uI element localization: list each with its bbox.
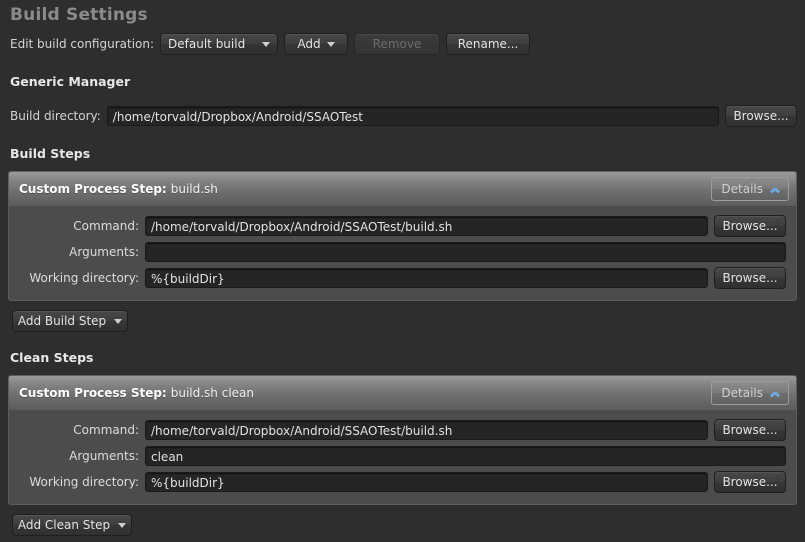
build-step-header: Custom Process Step: build.sh Details bbox=[9, 172, 796, 206]
build-settings-page: Build Settings Edit build configuration:… bbox=[0, 0, 805, 542]
clean-step-working-directory-browse-button[interactable]: Browse... bbox=[714, 471, 786, 493]
build-directory-browse-button[interactable]: Browse... bbox=[725, 105, 797, 127]
build-step-details-label: Details bbox=[721, 182, 763, 196]
build-step-arguments-row: Arguments: bbox=[19, 240, 786, 264]
build-step-working-directory-browse-button[interactable]: Browse... bbox=[714, 267, 786, 289]
clean-step-command-input[interactable]: /home/torvald/Dropbox/Android/SSAOTest/b… bbox=[145, 420, 708, 440]
clean-step-arguments-input[interactable]: clean bbox=[145, 446, 786, 466]
build-steps-heading: Build Steps bbox=[10, 146, 91, 161]
clean-step-header: Custom Process Step: build.sh clean Deta… bbox=[9, 376, 796, 410]
browse-label: Browse... bbox=[722, 475, 778, 489]
build-step-command-browse-button[interactable]: Browse... bbox=[714, 215, 786, 237]
build-configuration-selected-value: Default build bbox=[168, 37, 246, 51]
clean-step-working-directory-input[interactable]: %{buildDir} bbox=[145, 472, 708, 492]
build-step-type-label: Custom Process Step: bbox=[19, 182, 167, 196]
clean-steps-heading: Clean Steps bbox=[10, 350, 94, 365]
build-step-working-directory-row: Working directory: %{buildDir} Browse... bbox=[19, 266, 786, 290]
add-build-step-label: Add Build Step bbox=[17, 314, 107, 328]
build-step-arguments-input[interactable] bbox=[145, 242, 786, 262]
build-step-working-directory-input[interactable]: %{buildDir} bbox=[145, 268, 708, 288]
remove-configuration-button[interactable]: Remove bbox=[354, 33, 441, 55]
clean-step-command-label: Command: bbox=[73, 423, 139, 437]
clean-step-details-label: Details bbox=[721, 386, 763, 400]
add-clean-step-label: Add Clean Step bbox=[17, 518, 111, 532]
clean-step-type-label: Custom Process Step: bbox=[19, 386, 167, 400]
chevron-down-icon bbox=[262, 41, 271, 47]
page-title: Build Settings bbox=[10, 5, 148, 25]
add-configuration-label: Add bbox=[297, 37, 321, 51]
add-configuration-button[interactable]: Add bbox=[284, 33, 349, 55]
edit-build-configuration-label: Edit build configuration: bbox=[10, 37, 155, 51]
chevron-up-icon bbox=[770, 185, 779, 194]
build-directory-input[interactable]: /home/torvald/Dropbox/Android/SSAOTest bbox=[106, 106, 719, 126]
chevron-down-icon bbox=[326, 41, 335, 47]
clean-step-subject: build.sh clean bbox=[170, 386, 255, 400]
rename-configuration-label: Rename... bbox=[457, 37, 519, 51]
clean-step-command-browse-button[interactable]: Browse... bbox=[714, 419, 786, 441]
browse-label: Browse... bbox=[722, 271, 778, 285]
build-step-details-button[interactable]: Details bbox=[711, 177, 789, 201]
clean-step-command-row: Command: /home/torvald/Dropbox/Android/S… bbox=[19, 418, 786, 442]
browse-label: Browse... bbox=[722, 423, 778, 437]
clean-step-body: Command: /home/torvald/Dropbox/Android/S… bbox=[9, 410, 796, 504]
add-clean-step-button[interactable]: Add Clean Step bbox=[12, 514, 132, 536]
add-build-step-button[interactable]: Add Build Step bbox=[12, 310, 128, 332]
build-step-panel: Custom Process Step: build.sh Details Co… bbox=[8, 171, 797, 301]
browse-label: Browse... bbox=[722, 219, 778, 233]
rename-configuration-button[interactable]: Rename... bbox=[446, 33, 531, 55]
build-directory-label: Build directory: bbox=[10, 109, 101, 123]
build-configuration-row: Edit build configuration: Default build … bbox=[8, 33, 797, 55]
build-step-working-directory-label: Working directory: bbox=[29, 271, 139, 285]
clean-step-details-button[interactable]: Details bbox=[711, 381, 789, 405]
chevron-down-icon bbox=[114, 318, 123, 324]
build-step-command-input[interactable]: /home/torvald/Dropbox/Android/SSAOTest/b… bbox=[145, 216, 708, 236]
chevron-up-icon bbox=[770, 389, 779, 398]
build-step-body: Command: /home/torvald/Dropbox/Android/S… bbox=[9, 206, 796, 300]
build-step-command-label: Command: bbox=[73, 219, 139, 233]
clean-step-working-directory-row: Working directory: %{buildDir} Browse... bbox=[19, 470, 786, 494]
generic-manager-heading: Generic Manager bbox=[10, 74, 131, 89]
build-directory-row: Build directory: /home/torvald/Dropbox/A… bbox=[8, 105, 797, 127]
build-configuration-select[interactable]: Default build bbox=[160, 33, 279, 55]
chevron-down-icon bbox=[118, 522, 127, 528]
remove-configuration-label: Remove bbox=[372, 37, 422, 51]
clean-step-arguments-row: Arguments: clean bbox=[19, 444, 786, 468]
clean-step-working-directory-label: Working directory: bbox=[29, 475, 139, 489]
browse-label: Browse... bbox=[733, 109, 789, 123]
clean-step-arguments-label: Arguments: bbox=[69, 449, 139, 463]
build-step-command-row: Command: /home/torvald/Dropbox/Android/S… bbox=[19, 214, 786, 238]
build-step-arguments-label: Arguments: bbox=[69, 245, 139, 259]
clean-step-panel: Custom Process Step: build.sh clean Deta… bbox=[8, 375, 797, 505]
build-step-subject: build.sh bbox=[170, 182, 218, 196]
